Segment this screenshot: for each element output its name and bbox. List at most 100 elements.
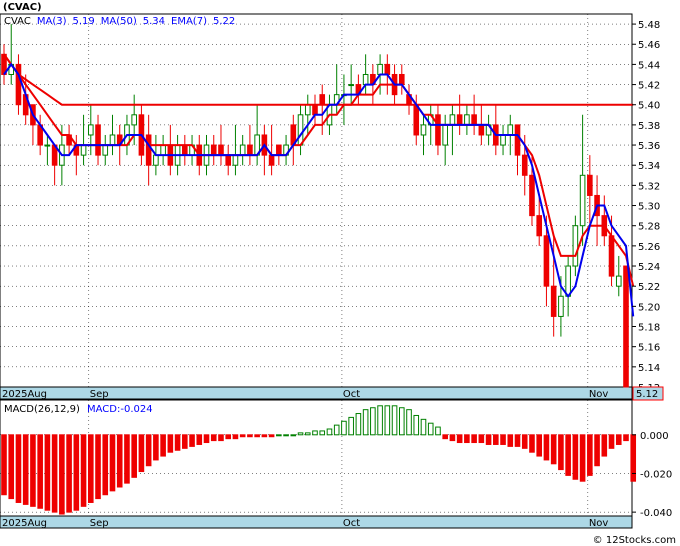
candle-body — [153, 154, 159, 166]
candle-body — [471, 114, 477, 126]
legend-item: 5.22 — [213, 16, 235, 27]
candle-body — [232, 154, 239, 166]
macd-bar — [572, 434, 579, 480]
candle-body — [225, 154, 232, 166]
macd-bar — [131, 434, 137, 478]
stock-chart-widget: 5.12 5.14 5.16 5.18 5.20 5.22 5.24 5.26 5.28 5.30… — [0, 0, 680, 546]
macd-bar — [543, 434, 550, 461]
macd-bar — [449, 434, 456, 442]
ticker-title: (CVAC) — [3, 2, 42, 13]
candle-body — [348, 84, 354, 87]
macd-bar — [59, 434, 65, 515]
macd-bar — [521, 434, 528, 449]
macd-bar — [623, 434, 629, 442]
macd-bar — [312, 430, 318, 436]
macd-bar — [276, 434, 282, 437]
candle-body — [109, 134, 116, 146]
macd-bar — [22, 434, 29, 505]
macd-bar — [536, 434, 543, 457]
macd-bar — [1, 434, 7, 496]
candle-body — [218, 144, 224, 156]
price-tick-label: 5.44 — [638, 60, 660, 71]
macd-bar — [326, 428, 333, 436]
macd-bar — [464, 434, 470, 444]
candle-body — [529, 174, 535, 217]
macd-bar — [138, 434, 145, 473]
candle-body — [464, 114, 470, 126]
macd-bar — [102, 434, 109, 496]
price-tick-label: 5.38 — [638, 121, 660, 132]
macd-bar — [341, 420, 347, 436]
candle-body — [514, 124, 521, 156]
macd-bar — [391, 405, 398, 436]
price-tick-label: 5.34 — [638, 161, 660, 172]
candle-body — [442, 124, 448, 146]
macd-bar — [398, 407, 405, 436]
macd-bar — [514, 434, 521, 447]
price-panel — [0, 13, 633, 388]
legend-item: CVAC — [4, 16, 31, 27]
macd-bar — [145, 434, 152, 467]
candle-body — [304, 104, 311, 116]
macd-bar — [630, 434, 637, 482]
macd-bar — [507, 434, 514, 447]
macd-bar — [297, 432, 304, 436]
macd-bar — [51, 434, 58, 513]
candle-body — [521, 154, 528, 176]
candle-body — [362, 73, 369, 86]
candle-body — [413, 104, 420, 136]
candle-body — [15, 63, 22, 106]
macd-bar — [218, 434, 224, 442]
date-label: Oct — [343, 389, 360, 400]
macd-bar — [406, 409, 412, 436]
macd-bar — [95, 434, 101, 500]
candle-body — [160, 144, 166, 156]
macd-tick-label: -0.020 — [640, 469, 672, 480]
macd-bar — [594, 434, 600, 467]
candle-body — [297, 114, 304, 146]
date-label: Sep — [90, 518, 109, 529]
macd-bar — [225, 434, 232, 440]
legend-item: 5.19 — [72, 16, 94, 27]
candle-body — [543, 235, 550, 287]
candle-body — [478, 124, 485, 136]
macd-bar — [304, 432, 311, 436]
macd-bar — [370, 407, 376, 436]
macd-bar — [124, 434, 130, 484]
macd-bar — [500, 434, 506, 445]
price-tick-label: 5.42 — [638, 81, 660, 92]
macd-bar — [565, 434, 571, 476]
date-label: Oct — [343, 518, 360, 529]
candle-body — [377, 63, 383, 75]
macd-bar — [30, 434, 36, 507]
candle-body — [579, 174, 586, 227]
macd-bar — [550, 434, 557, 465]
macd-bar — [485, 434, 492, 445]
macd-bar — [420, 418, 427, 436]
macd-bar — [529, 434, 535, 453]
candle-body — [145, 134, 152, 166]
candle-body — [276, 144, 282, 156]
macd-bar — [478, 434, 485, 444]
macd-bar — [116, 434, 123, 488]
candle-body — [87, 124, 94, 136]
macd-bar — [254, 434, 260, 438]
date-label: 2025Aug — [2, 389, 47, 400]
macd-bar — [608, 434, 615, 449]
macd-bar — [587, 434, 593, 476]
legend-item: EMA(7) — [171, 16, 207, 27]
macd-bar — [15, 434, 22, 503]
macd-bar — [413, 414, 420, 436]
candle-body — [182, 144, 188, 156]
macd-bar — [427, 422, 434, 436]
price-tick-label: 5.48 — [638, 20, 660, 31]
date-label: Nov — [589, 518, 609, 529]
candle-body — [268, 154, 275, 166]
candle-body — [500, 134, 506, 146]
date-label: Nov — [589, 389, 609, 400]
legend-item: MA(50) — [101, 16, 137, 27]
price-tick-label: 5.20 — [638, 302, 660, 313]
macd-bar — [247, 434, 253, 438]
macd-bar — [109, 434, 116, 492]
macd-value: MACD:-0.024 — [87, 404, 153, 415]
